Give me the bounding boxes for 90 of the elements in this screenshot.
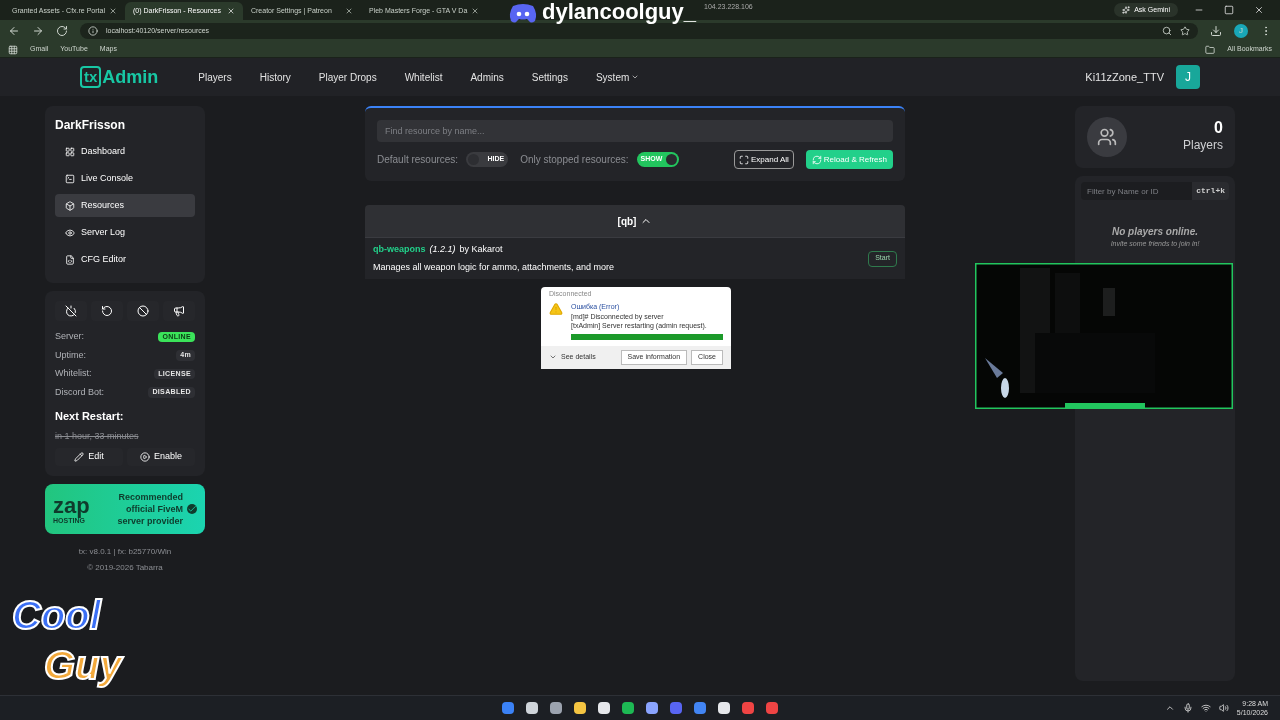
info-icon bbox=[88, 26, 98, 36]
close-icon bbox=[227, 7, 235, 15]
toggle-label: Only stopped resources: bbox=[520, 153, 629, 167]
footer-text: © 2019-2026 Tabarra bbox=[87, 562, 163, 574]
zoom-icon bbox=[1162, 26, 1172, 36]
status-label: Server: bbox=[55, 330, 84, 343]
play-icon bbox=[140, 452, 150, 462]
player-filter-field[interactable]: Filter by Name or ID bbox=[1081, 182, 1193, 200]
taskbar-app-icon[interactable] bbox=[574, 702, 586, 714]
taskbar-app-icon[interactable] bbox=[526, 702, 538, 714]
toggle-label: Default resources: bbox=[377, 153, 459, 167]
download-icon bbox=[1210, 25, 1222, 37]
logo-text[interactable]: Admin bbox=[102, 63, 159, 91]
sidebar-item[interactable]: Dashboard bbox=[55, 140, 195, 163]
player-count: 0 bbox=[1214, 120, 1223, 136]
eye-icon bbox=[65, 227, 75, 238]
resource-name: qb-weapons bbox=[373, 243, 426, 256]
next-restart-title: Next Restart: bbox=[55, 409, 125, 424]
shortcut-hint: ctrl+k bbox=[1192, 182, 1229, 200]
taskbar-app-icon[interactable] bbox=[622, 702, 634, 714]
nav-link[interactable]: Players bbox=[198, 69, 232, 85]
sponsor-text: Recommended bbox=[118, 491, 183, 503]
user-name[interactable]: Ki11zZone_TTV bbox=[1085, 68, 1164, 86]
nav-link[interactable]: History bbox=[259, 69, 291, 85]
taskbar-app-icon[interactable] bbox=[550, 702, 562, 714]
taskbar-app-icon[interactable] bbox=[646, 702, 658, 714]
sidebar-item[interactable]: Live Console bbox=[55, 167, 195, 190]
nav-link[interactable]: System bbox=[595, 69, 640, 85]
close-icon bbox=[471, 7, 480, 15]
restore-icon bbox=[1224, 5, 1234, 15]
server-name: DarkFrisson bbox=[55, 117, 127, 134]
logo-word: Cool bbox=[12, 592, 103, 639]
logo-mark[interactable]: tx bbox=[80, 66, 102, 88]
file-icon bbox=[65, 254, 75, 265]
nav-link[interactable]: Settings bbox=[531, 69, 568, 85]
star-icon bbox=[1180, 26, 1190, 36]
status-label: Uptime: bbox=[55, 348, 86, 362]
reload-icon bbox=[56, 25, 68, 37]
pencil-icon bbox=[74, 452, 85, 462]
resource-description: Manages all weapon logic for ammo, attachments, and more bbox=[373, 260, 616, 274]
taskbar-app-icon[interactable] bbox=[598, 702, 610, 714]
nav-link[interactable]: Whitelist bbox=[404, 69, 443, 85]
microphone-icon bbox=[1182, 703, 1193, 713]
sidebar-item[interactable]: CFG Editor bbox=[55, 248, 195, 271]
nav-link[interactable]: Admins bbox=[470, 69, 504, 85]
group-header[interactable]: [qb] bbox=[365, 205, 905, 237]
logo-word: Guy bbox=[44, 642, 124, 689]
search-field[interactable]: Find resource by name... bbox=[377, 120, 893, 142]
sparkle-icon bbox=[1122, 6, 1131, 14]
restart-icon bbox=[101, 305, 113, 317]
sponsor-logo: zap bbox=[53, 494, 90, 517]
refresh-icon bbox=[811, 154, 822, 165]
back-icon bbox=[8, 25, 20, 37]
sidebar-item[interactable]: Server Log bbox=[55, 221, 195, 244]
users-icon bbox=[1097, 127, 1117, 147]
caret-icon bbox=[631, 73, 640, 81]
power-off-icon bbox=[65, 305, 77, 317]
resource-author: by Kakarot bbox=[459, 243, 503, 256]
warning-icon bbox=[549, 301, 563, 316]
folder-icon bbox=[1205, 44, 1216, 55]
cube-icon bbox=[65, 200, 75, 211]
expand-all-button[interactable]: Expand All bbox=[734, 150, 794, 169]
megaphone-icon bbox=[173, 305, 185, 317]
ban-icon bbox=[137, 305, 149, 317]
chevron-up-icon bbox=[1164, 703, 1175, 713]
status-label: Discord Bot: bbox=[55, 385, 105, 399]
nav-link[interactable]: Player Drops bbox=[318, 69, 377, 85]
taskbar-app-icon[interactable] bbox=[718, 702, 730, 714]
sponsor-text: server provider bbox=[117, 515, 183, 527]
players-label: Players bbox=[1183, 137, 1223, 154]
forward-icon bbox=[32, 25, 44, 37]
expand-icon bbox=[739, 154, 750, 165]
apps-icon bbox=[8, 44, 18, 55]
terminal-icon bbox=[65, 173, 75, 184]
volume-icon bbox=[1218, 703, 1229, 713]
discord-icon bbox=[508, 2, 538, 24]
close-icon bbox=[1254, 5, 1264, 15]
grid-icon bbox=[65, 146, 75, 157]
empty-title: No players online. bbox=[1111, 225, 1199, 239]
discord-username: dylancoolguy_ bbox=[542, 0, 697, 24]
close-icon bbox=[345, 7, 353, 15]
footer-text: tx: v8.0.1 | fx: b25770/Win bbox=[78, 546, 172, 558]
close-icon bbox=[109, 7, 117, 15]
sidebar-item[interactable]: Resources bbox=[55, 194, 195, 217]
check-icon bbox=[187, 504, 197, 514]
sponsor-text: official FiveM bbox=[126, 503, 183, 515]
next-restart-time: in 1 hour, 33 minutes bbox=[55, 429, 140, 443]
resource-version: (1.2.1) bbox=[429, 243, 456, 256]
network-icon bbox=[1200, 703, 1211, 713]
status-label: Whitelist: bbox=[55, 367, 92, 380]
